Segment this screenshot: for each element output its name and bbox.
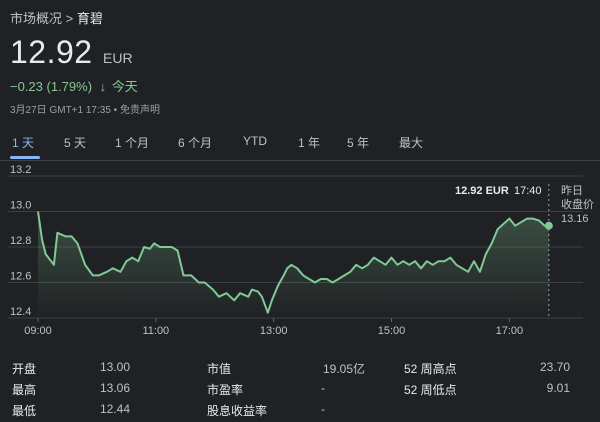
stat-market-cap-value: 19.05亿	[322, 362, 365, 376]
stat-market-cap-label: 市值	[207, 362, 232, 376]
y-tick-label: 12.6	[10, 271, 31, 283]
prev-close-label-line1: 昨日	[561, 184, 583, 197]
tab-1-month[interactable]: 1 个月	[115, 134, 149, 151]
price-chart[interactable]: 13.2 13.0 12.8 12.6 12.4 09:00 11:00 13:00 15:0…	[0, 162, 600, 342]
stat-open-value: 13.00	[99, 360, 130, 374]
current-price: 12.92	[10, 34, 93, 70]
y-tick-label: 12.4	[10, 306, 31, 318]
y-tick-label: 13.0	[10, 200, 31, 212]
stat-dividend-value: -	[321, 402, 325, 416]
tab-1-year[interactable]: 1 年	[298, 134, 320, 151]
tab-5-day[interactable]: 5 天	[64, 134, 86, 151]
x-tick-label: 11:00	[142, 325, 169, 337]
x-tick-label: 09:00	[24, 325, 52, 337]
stat-low-label: 最低	[12, 404, 37, 418]
prev-close-label-line2: 收盘价	[561, 197, 594, 211]
prev-close-label: 昨日 收盘价 13.16	[561, 184, 594, 225]
stat-52w-high-value: 23.70	[539, 360, 570, 374]
price-row: 12.92 EUR	[10, 34, 133, 71]
tab-5-year[interactable]: 5 年	[347, 134, 369, 151]
tooltip-time: 17:40	[514, 185, 542, 197]
prev-close-value: 13.16	[561, 213, 589, 225]
price-change: −0.23 (1.79%) ↓ 今天	[10, 76, 138, 95]
stat-52w-low-label: 52 周低点	[404, 383, 457, 397]
x-tick-label: 17:00	[496, 325, 524, 337]
x-tick-label: 15:00	[378, 325, 406, 337]
change-value: −0.23 (1.79%)	[10, 79, 93, 94]
stat-pe-label: 市盈率	[207, 383, 244, 397]
stat-dividend-label: 股息收益率	[207, 404, 268, 418]
timestamp-disclaimer[interactable]: 3月27日 GMT+1 17:35 • 免责声明	[10, 101, 160, 116]
hover-tooltip: 12.92 EUR 17:40	[455, 185, 542, 197]
stat-high-value: 13.06	[99, 381, 130, 395]
active-tab-indicator	[10, 156, 40, 159]
stat-52w-high-label: 52 周高点	[404, 362, 457, 376]
stat-low-value: 12.44	[99, 402, 130, 416]
tabs-divider	[0, 160, 600, 161]
stat-high-label: 最高	[12, 383, 37, 397]
breadcrumb-separator: >	[65, 11, 74, 26]
tab-ytd[interactable]: YTD	[243, 134, 267, 148]
change-period: 今天	[111, 79, 138, 94]
tab-6-month[interactable]: 6 个月	[178, 134, 212, 151]
x-tick-label: 13:00	[260, 325, 288, 337]
stat-pe-value: -	[321, 381, 325, 395]
range-tabs: 1 天 5 天 1 个月 6 个月 YTD 1 年 5 年 最大	[0, 134, 600, 159]
down-arrow-icon: ↓	[99, 79, 107, 94]
tab-max[interactable]: 最大	[399, 134, 423, 151]
y-tick-label: 12.8	[10, 235, 31, 247]
breadcrumb: 市场概况 > 育碧	[10, 8, 103, 27]
breadcrumb-current: 育碧	[76, 11, 103, 26]
currency-code: EUR	[103, 50, 133, 66]
stat-open-label: 开盘	[12, 362, 37, 376]
breadcrumb-parent-link[interactable]: 市场概况	[10, 11, 62, 26]
current-price-dot	[544, 221, 553, 230]
y-tick-label: 13.2	[10, 164, 31, 176]
tab-1-day[interactable]: 1 天	[12, 134, 34, 151]
stat-52w-low-value: 9.01	[546, 381, 570, 395]
tooltip-price: 12.92 EUR	[455, 185, 509, 197]
